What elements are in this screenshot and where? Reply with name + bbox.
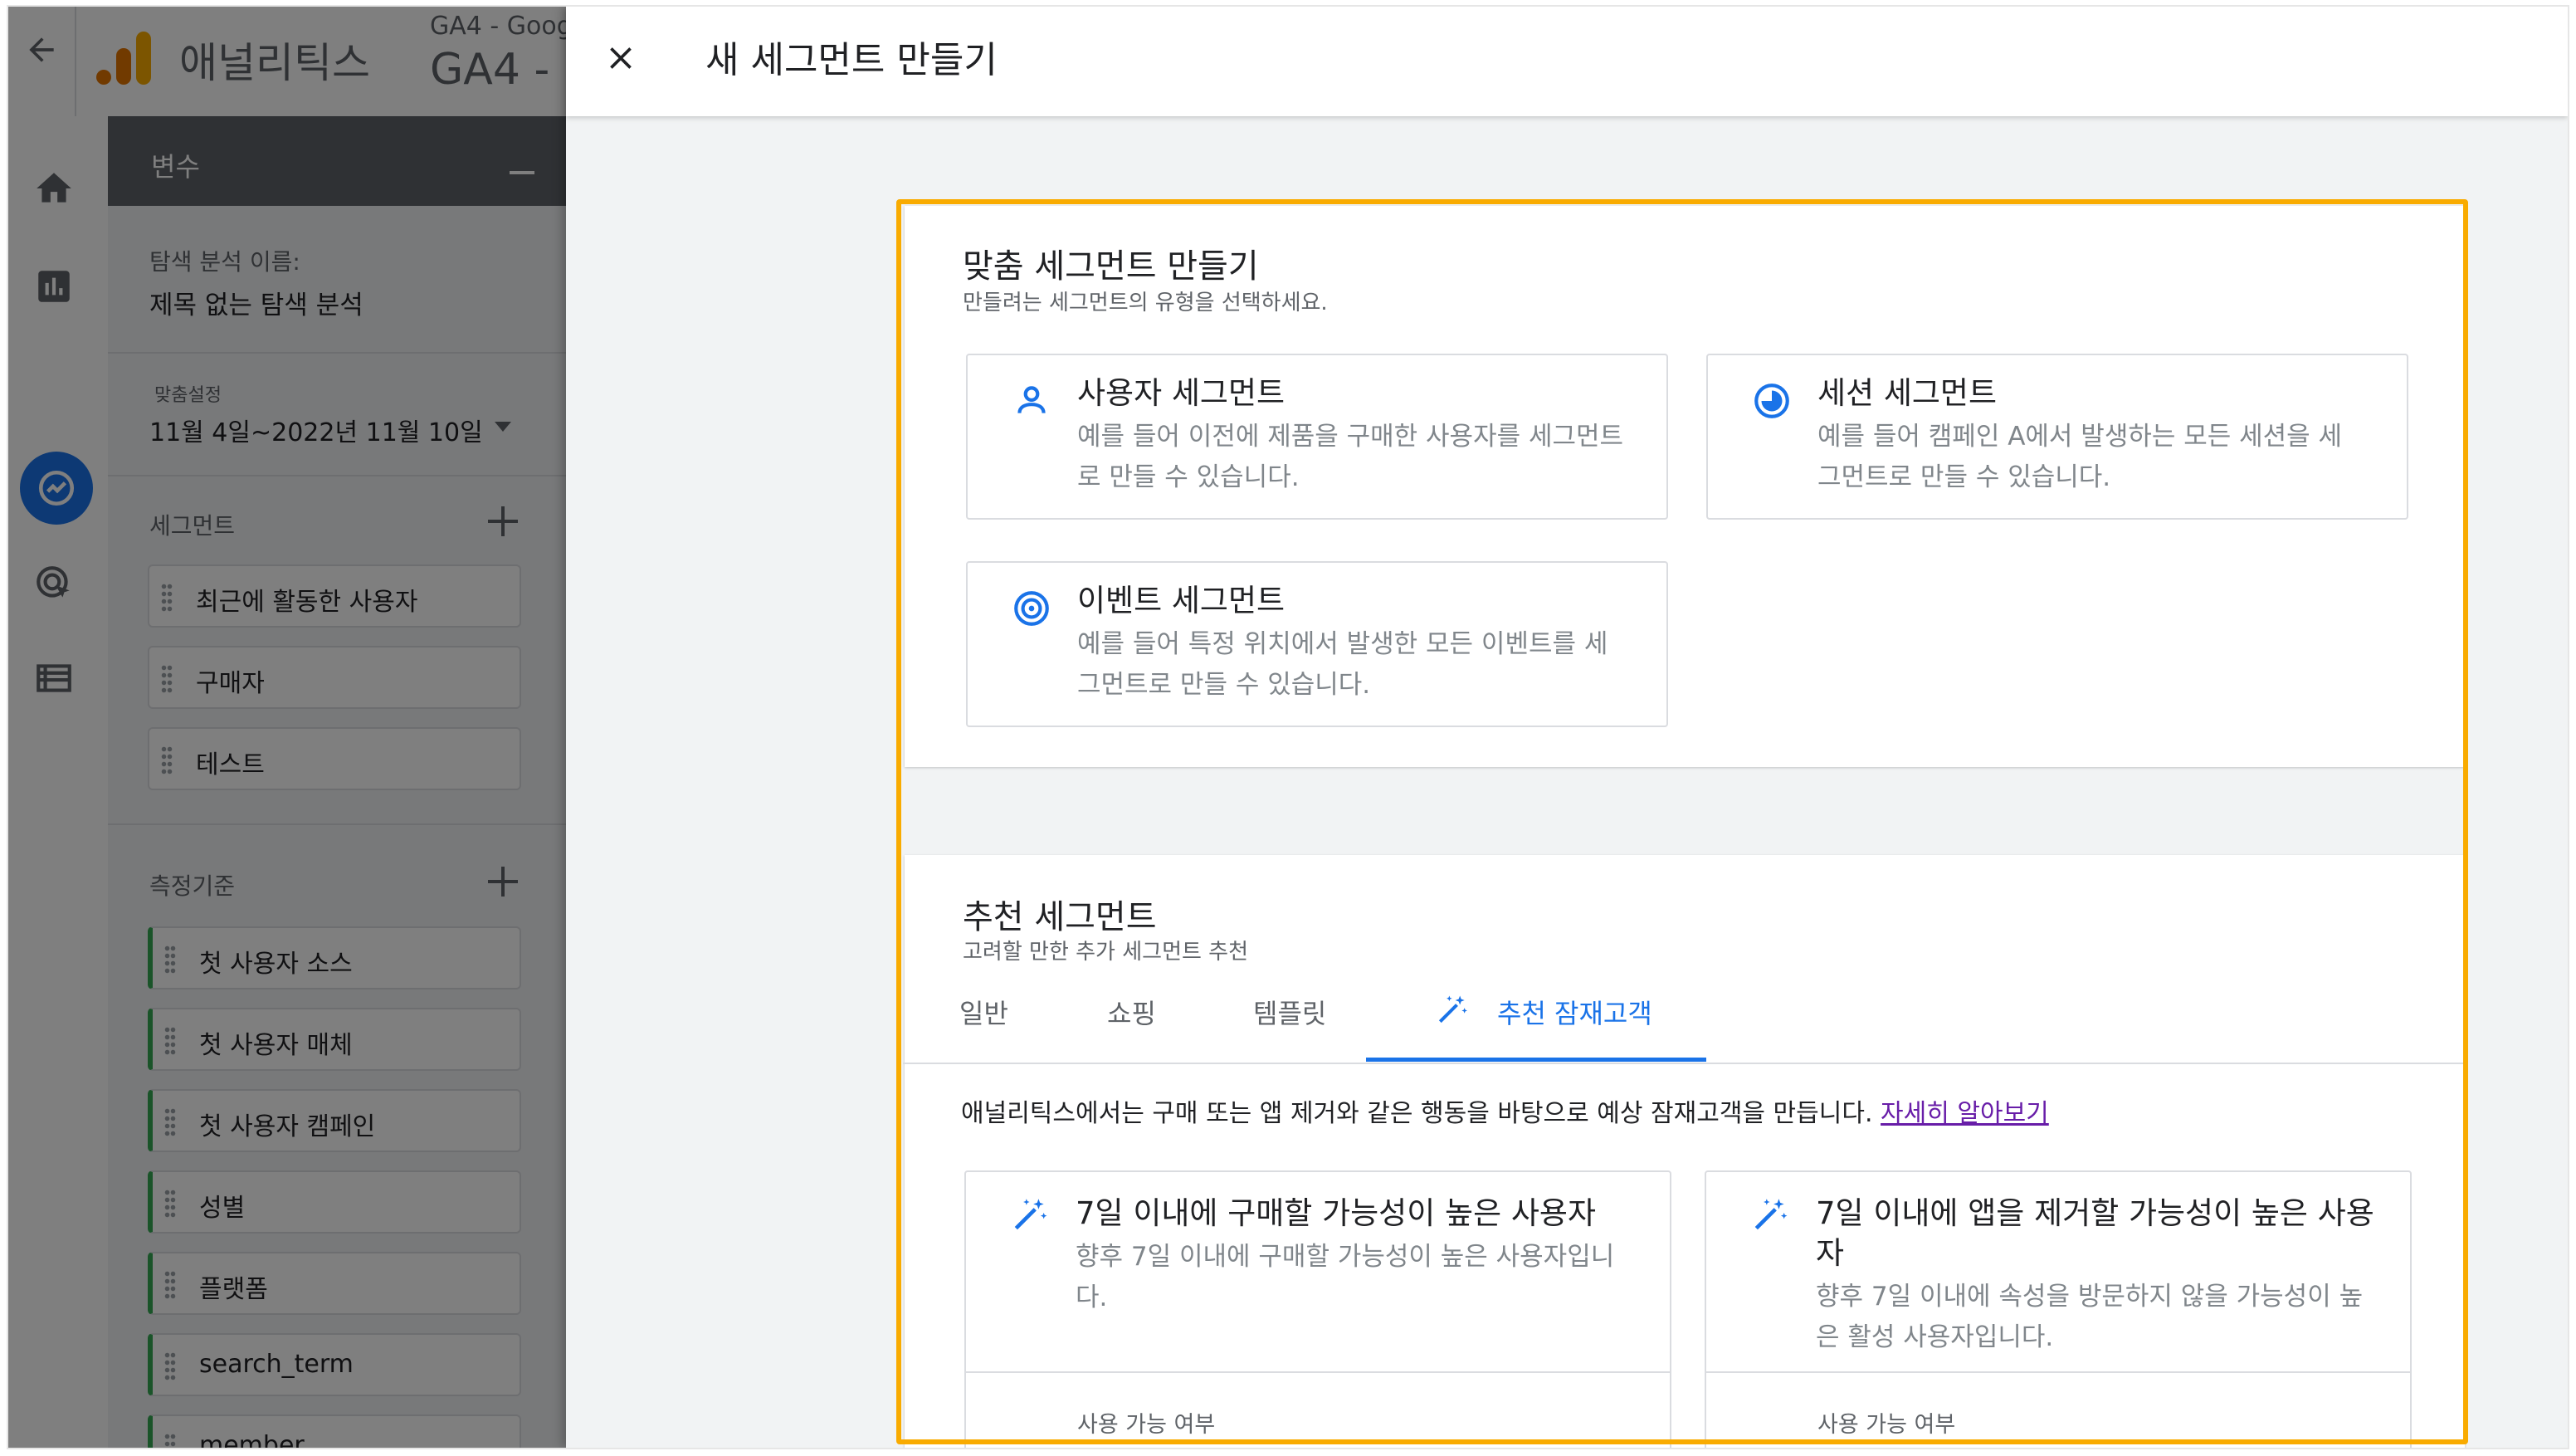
app-window: 애널리틱스 GA4 - Googl GA4 - 변수 탐색 분석 이름: 제목 … bbox=[8, 7, 2568, 1448]
sheet-header: 새 세그먼트 만들기 bbox=[566, 7, 2568, 116]
sheet-title: 새 세그먼트 만들기 bbox=[705, 39, 998, 81]
close-icon[interactable] bbox=[603, 40, 639, 76]
highlight-box bbox=[896, 199, 2468, 1444]
modal-scrim[interactable] bbox=[8, 7, 566, 1448]
